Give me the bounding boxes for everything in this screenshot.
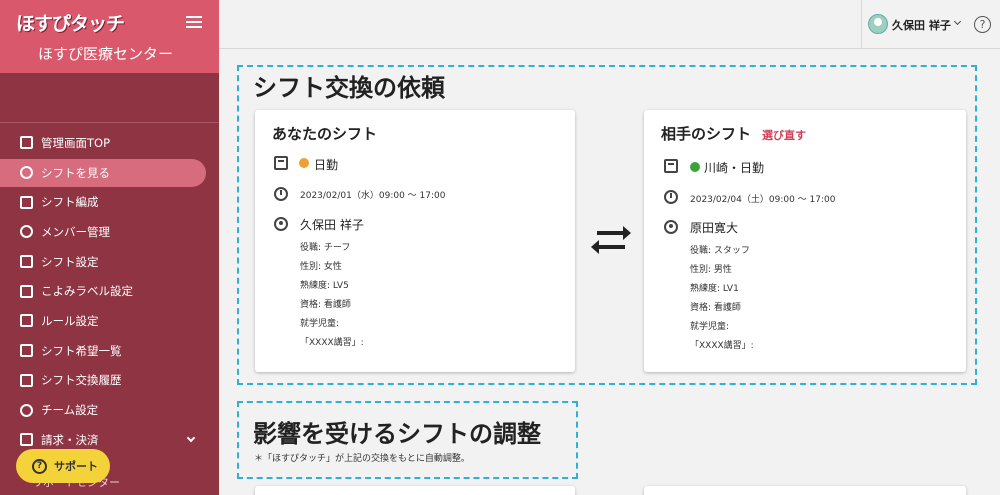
app-logo[interactable]: ほすぴタッチ bbox=[16, 8, 125, 36]
section-title: 影響を受けるシフトの調整 bbox=[253, 420, 541, 448]
list-icon bbox=[20, 314, 33, 328]
people-icon bbox=[20, 225, 33, 239]
sidebar-item-label: 管理画面TOP bbox=[41, 135, 111, 150]
sidebar-item-rules[interactable]: ルール設定 bbox=[0, 306, 219, 336]
their-shift-card: 相手のシフト 選び直す 川崎・日勤 2023/02/04（土）09:00 〜 1… bbox=[644, 110, 966, 372]
top-bar: 久保田 祥子 ? bbox=[219, 0, 1000, 49]
support-button[interactable]: ? サポート bbox=[16, 449, 110, 483]
sidebar-item-label: ルール設定 bbox=[41, 313, 99, 328]
sidebar-item-label: シフト設定 bbox=[41, 254, 99, 269]
attr-course: 「XXXX講習」: bbox=[690, 341, 754, 351]
sidebar-item-label: メンバー管理 bbox=[41, 224, 110, 239]
sidebar-item-members[interactable]: メンバー管理 bbox=[0, 217, 219, 247]
chevron-down-icon[interactable] bbox=[953, 17, 962, 26]
chevron-down-icon[interactable] bbox=[186, 433, 196, 443]
reselect-link[interactable]: 選び直す bbox=[762, 127, 806, 143]
shift-time: 2023/02/01（水）09:00 〜 17:00 bbox=[300, 191, 446, 201]
my-shift-title: あなたのシフト bbox=[272, 125, 378, 143]
their-shift-title: 相手のシフト bbox=[661, 125, 752, 143]
logo-text: ほすぴタッチ bbox=[16, 12, 125, 35]
sidebar-item-label: シフト編成 bbox=[41, 195, 99, 210]
sidebar-item-calendar-labels[interactable]: こよみラベル設定 bbox=[0, 276, 219, 306]
sidebar-item-label: 請求・決済 bbox=[41, 432, 99, 447]
sidebar-item-view-shifts[interactable]: シフトを見る bbox=[0, 158, 219, 188]
sidebar-item-shift-requests[interactable]: シフト希望一覧 bbox=[0, 336, 219, 366]
help-circle-icon: ? bbox=[32, 458, 47, 474]
section-note: ＊「ほすぴタッチ」が上記の交換をもとに自動調整。 bbox=[254, 454, 470, 464]
sidebar-item-label: シフト交換履歴 bbox=[41, 373, 122, 388]
shift-color-dot bbox=[690, 162, 700, 172]
person-icon bbox=[274, 217, 288, 231]
clock-icon bbox=[20, 166, 33, 180]
hamburger-menu-icon[interactable] bbox=[186, 16, 202, 28]
sidebar: ほすぴタッチ ほすぴ医療センター ホーム 管理画面TOP シフトを見る シフト編… bbox=[0, 0, 219, 495]
shift-name: 日勤 bbox=[314, 158, 339, 172]
calendar-icon bbox=[20, 284, 33, 298]
attr-children: 就学児童: bbox=[300, 319, 340, 329]
my-shift-card: あなたのシフト 日勤 2023/02/01（水）09:00 〜 17:00 久保… bbox=[255, 110, 575, 372]
list-icon bbox=[20, 344, 33, 358]
affected-card-partial bbox=[644, 486, 966, 495]
person-name: 原田寛大 bbox=[690, 221, 739, 235]
attr-course: 「XXXX講習」: bbox=[300, 338, 364, 348]
sidebar-item-shift-settings[interactable]: シフト設定 bbox=[0, 247, 219, 277]
shift-name: 川崎・日勤 bbox=[704, 161, 765, 175]
support-label: サポート bbox=[54, 460, 98, 473]
facility-name: ほすぴ医療センター bbox=[38, 45, 174, 63]
attr-role: 役職: スタッフ bbox=[690, 246, 750, 256]
calendar-icon bbox=[664, 159, 678, 173]
wrench-icon bbox=[20, 195, 33, 209]
shift-time: 2023/02/04（土）09:00 〜 17:00 bbox=[690, 195, 836, 205]
sidebar-item-swap-history[interactable]: シフト交換履歴 bbox=[0, 366, 219, 396]
sidebar-item-label: シフト希望一覧 bbox=[41, 343, 122, 358]
help-icon[interactable]: ? bbox=[974, 16, 991, 33]
sidebar-item-shift-organize[interactable]: シフト編成 bbox=[0, 187, 219, 217]
person-icon bbox=[664, 220, 678, 234]
sidebar-divider bbox=[0, 122, 219, 123]
grid-icon bbox=[20, 136, 33, 150]
attr-children: 就学児童: bbox=[690, 322, 730, 332]
card-icon bbox=[20, 433, 33, 447]
clock-icon bbox=[664, 190, 678, 204]
swap-arrows-icon bbox=[591, 226, 631, 254]
calendar-icon bbox=[20, 255, 33, 269]
sidebar-item-admin-top[interactable]: 管理画面TOP bbox=[0, 128, 219, 158]
sidebar-item-label: こよみラベル設定 bbox=[41, 284, 133, 299]
attr-license: 資格: 看護師 bbox=[690, 303, 741, 313]
attr-gender: 性別: 男性 bbox=[690, 265, 732, 275]
clock-icon bbox=[274, 187, 288, 201]
sidebar-item-label: チーム設定 bbox=[41, 403, 99, 418]
affected-card-partial bbox=[255, 486, 575, 495]
user-menu[interactable]: 久保田 祥子 ? bbox=[861, 0, 1000, 49]
sidebar-header: ほすぴタッチ ほすぴ医療センター bbox=[0, 0, 219, 73]
sidebar-item-team-settings[interactable]: チーム設定 bbox=[0, 395, 219, 425]
attr-role: 役職: チーフ bbox=[300, 243, 351, 253]
shift-color-dot bbox=[299, 158, 309, 168]
attr-skill: 熟練度: LV5 bbox=[300, 281, 349, 291]
gear-icon bbox=[20, 403, 33, 417]
swap-icon bbox=[20, 373, 33, 387]
avatar bbox=[868, 14, 888, 34]
attr-skill: 熟練度: LV1 bbox=[690, 284, 739, 294]
attr-license: 資格: 看護師 bbox=[300, 300, 351, 310]
page-title: シフト交換の依頼 bbox=[253, 74, 445, 102]
person-name: 久保田 祥子 bbox=[300, 218, 364, 232]
user-name: 久保田 祥子 bbox=[892, 19, 951, 32]
attr-gender: 性別: 女性 bbox=[300, 262, 342, 272]
calendar-icon bbox=[274, 156, 288, 170]
sidebar-menu: 管理画面TOP シフトを見る シフト編成 メンバー管理 シフト設定 こよみラベル… bbox=[0, 128, 219, 455]
sidebar-item-label: シフトを見る bbox=[41, 165, 110, 180]
